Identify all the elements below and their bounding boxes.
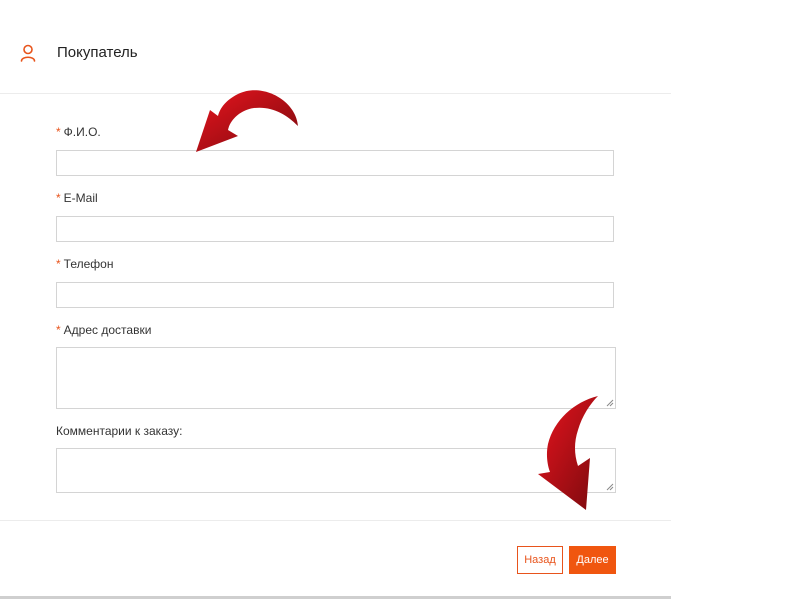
annotation-arrow-icon [196, 90, 298, 152]
phone-input[interactable] [56, 282, 614, 308]
back-button[interactable]: Назад [517, 546, 563, 574]
required-mark: * [56, 323, 61, 337]
phone-label-text: Телефон [63, 257, 114, 271]
email-label: * E-Mail [56, 191, 98, 205]
annotation-arrow-icon [538, 396, 598, 510]
fio-input[interactable] [56, 150, 614, 176]
address-label: * Адрес доставки [56, 323, 151, 337]
next-button[interactable]: Далее [569, 546, 616, 574]
phone-label: * Телефон [56, 257, 113, 271]
footer-divider [0, 520, 671, 521]
comment-label-text: Комментарии к заказу: [56, 424, 183, 438]
email-label-text: E-Mail [63, 191, 98, 205]
address-label-text: Адрес доставки [63, 323, 152, 337]
required-mark: * [56, 125, 61, 139]
user-icon [20, 44, 36, 62]
fio-label: * Ф.И.О. [56, 125, 101, 139]
fio-label-text: Ф.И.О. [63, 125, 101, 139]
section-title: Покупатель [57, 44, 138, 61]
required-mark: * [56, 191, 61, 205]
panel-bottom-edge [0, 596, 671, 599]
required-mark: * [56, 257, 61, 271]
comment-label: Комментарии к заказу: [56, 424, 182, 438]
email-input[interactable] [56, 216, 614, 242]
buyer-section-header: Покупатель [0, 0, 671, 94]
